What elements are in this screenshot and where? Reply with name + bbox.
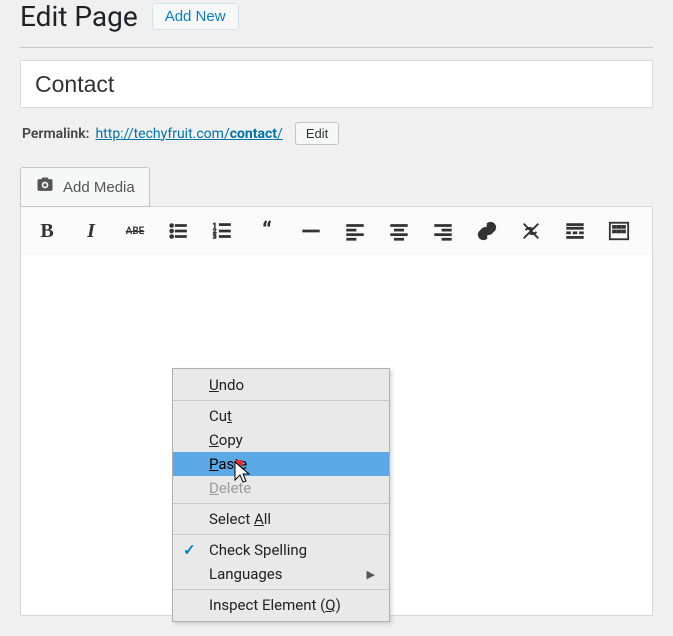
add-new-button[interactable]: Add New [152,3,239,30]
permalink-url-slug: contact [230,126,277,142]
ctx-separator [173,534,389,535]
permalink-link[interactable]: http://techyfruit.com/contact/ [95,126,282,142]
permalink-label: Permalink: [22,126,89,142]
permalink-row: Permalink: http://techyfruit.com/contact… [22,122,653,145]
ctx-select-all-u: A [254,510,264,528]
ctx-select-all-post: ll [264,510,271,528]
ctx-separator [173,503,389,504]
media-icon [35,175,55,199]
add-media-label: Add Media [63,179,135,196]
header-divider [20,47,653,48]
bold-button[interactable]: B [33,217,61,245]
read-more-button[interactable] [561,217,589,245]
ctx-inspect-u: Q [325,596,335,614]
strikethrough-button[interactable]: ABE [121,217,149,245]
toolbar-toggle-button[interactable] [605,217,633,245]
align-right-button[interactable] [429,217,457,245]
format-toolbar: B I ABE 123 “ [21,207,652,255]
permalink-url-trail: / [277,126,283,142]
ctx-check-spelling[interactable]: ✓ Check Spelling [173,538,389,562]
check-icon: ✓ [183,541,196,559]
ctx-inspect-pre: Inspect Element ( [209,596,325,614]
ctx-delete: Delete [173,476,389,500]
bulleted-list-button[interactable] [165,217,193,245]
ctx-paste[interactable]: Paste [173,452,389,476]
ctx-cut[interactable]: Cut [173,404,389,428]
ctx-select-all-pre: Select [209,510,254,528]
ctx-copy[interactable]: Copy [173,428,389,452]
edit-permalink-button[interactable]: Edit [295,122,339,145]
ctx-inspect-element[interactable]: Inspect Element (Q) [173,593,389,617]
page-title-input[interactable] [20,60,653,108]
ctx-languages[interactable]: Languages ▶ [173,562,389,586]
chevron-right-icon: ▶ [367,568,375,581]
blockquote-button[interactable]: “ [253,217,281,245]
ctx-separator [173,589,389,590]
italic-button[interactable]: I [77,217,105,245]
ctx-select-all[interactable]: Select All [173,507,389,531]
svg-text:3: 3 [213,232,217,240]
align-center-button[interactable] [385,217,413,245]
page-title: Edit Page [20,0,138,33]
ctx-inspect-post: ) [336,596,341,614]
align-left-button[interactable] [341,217,369,245]
add-media-button[interactable]: Add Media [20,167,150,207]
remove-link-button[interactable] [517,217,545,245]
horizontal-rule-button[interactable] [297,217,325,245]
ctx-separator [173,400,389,401]
numbered-list-button[interactable]: 123 [209,217,237,245]
ctx-undo[interactable]: Undo [173,373,389,397]
context-menu: Undo Cut Copy Paste Delete Select All ✓ … [172,368,390,622]
permalink-url-base: http://techyfruit.com/ [95,126,229,142]
insert-link-button[interactable] [473,217,501,245]
